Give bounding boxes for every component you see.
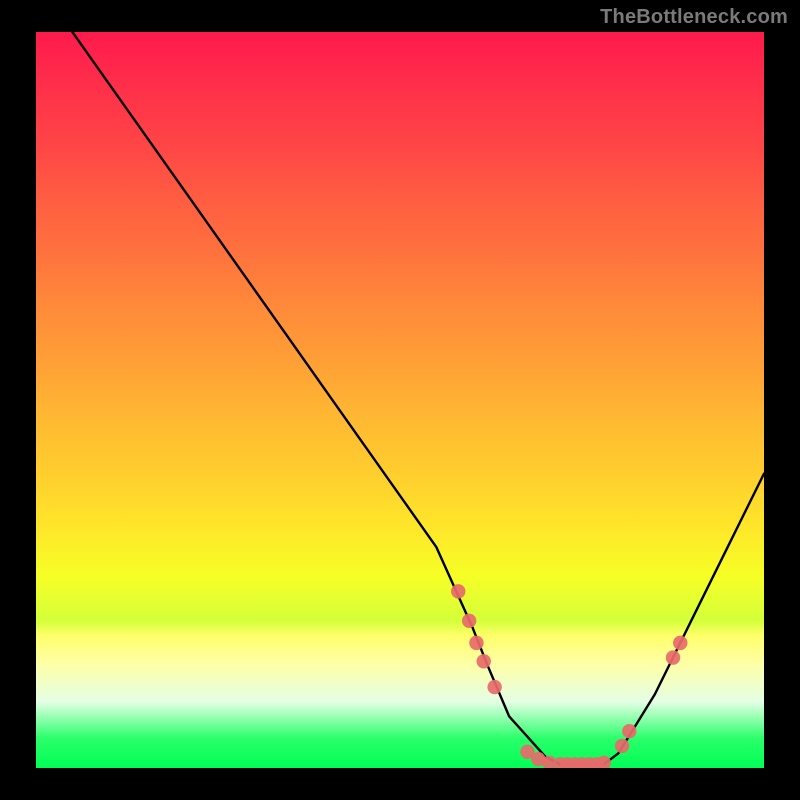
datapoint-marker [477, 654, 491, 668]
datapoint-marker [487, 680, 501, 694]
datapoint-marker [666, 650, 680, 664]
datapoint-marker [622, 724, 636, 738]
plot-area [36, 32, 764, 768]
datapoint-marker [462, 614, 476, 628]
datapoint-marker [615, 739, 629, 753]
chart-canvas: TheBottleneck.com [0, 0, 800, 800]
datapoint-marker [451, 584, 465, 598]
datapoint-markers [451, 584, 687, 768]
watermark-text: TheBottleneck.com [600, 6, 788, 29]
datapoint-marker [469, 636, 483, 650]
bottleneck-curve [72, 32, 764, 764]
datapoint-marker [673, 636, 687, 650]
plot-svg [36, 32, 764, 768]
